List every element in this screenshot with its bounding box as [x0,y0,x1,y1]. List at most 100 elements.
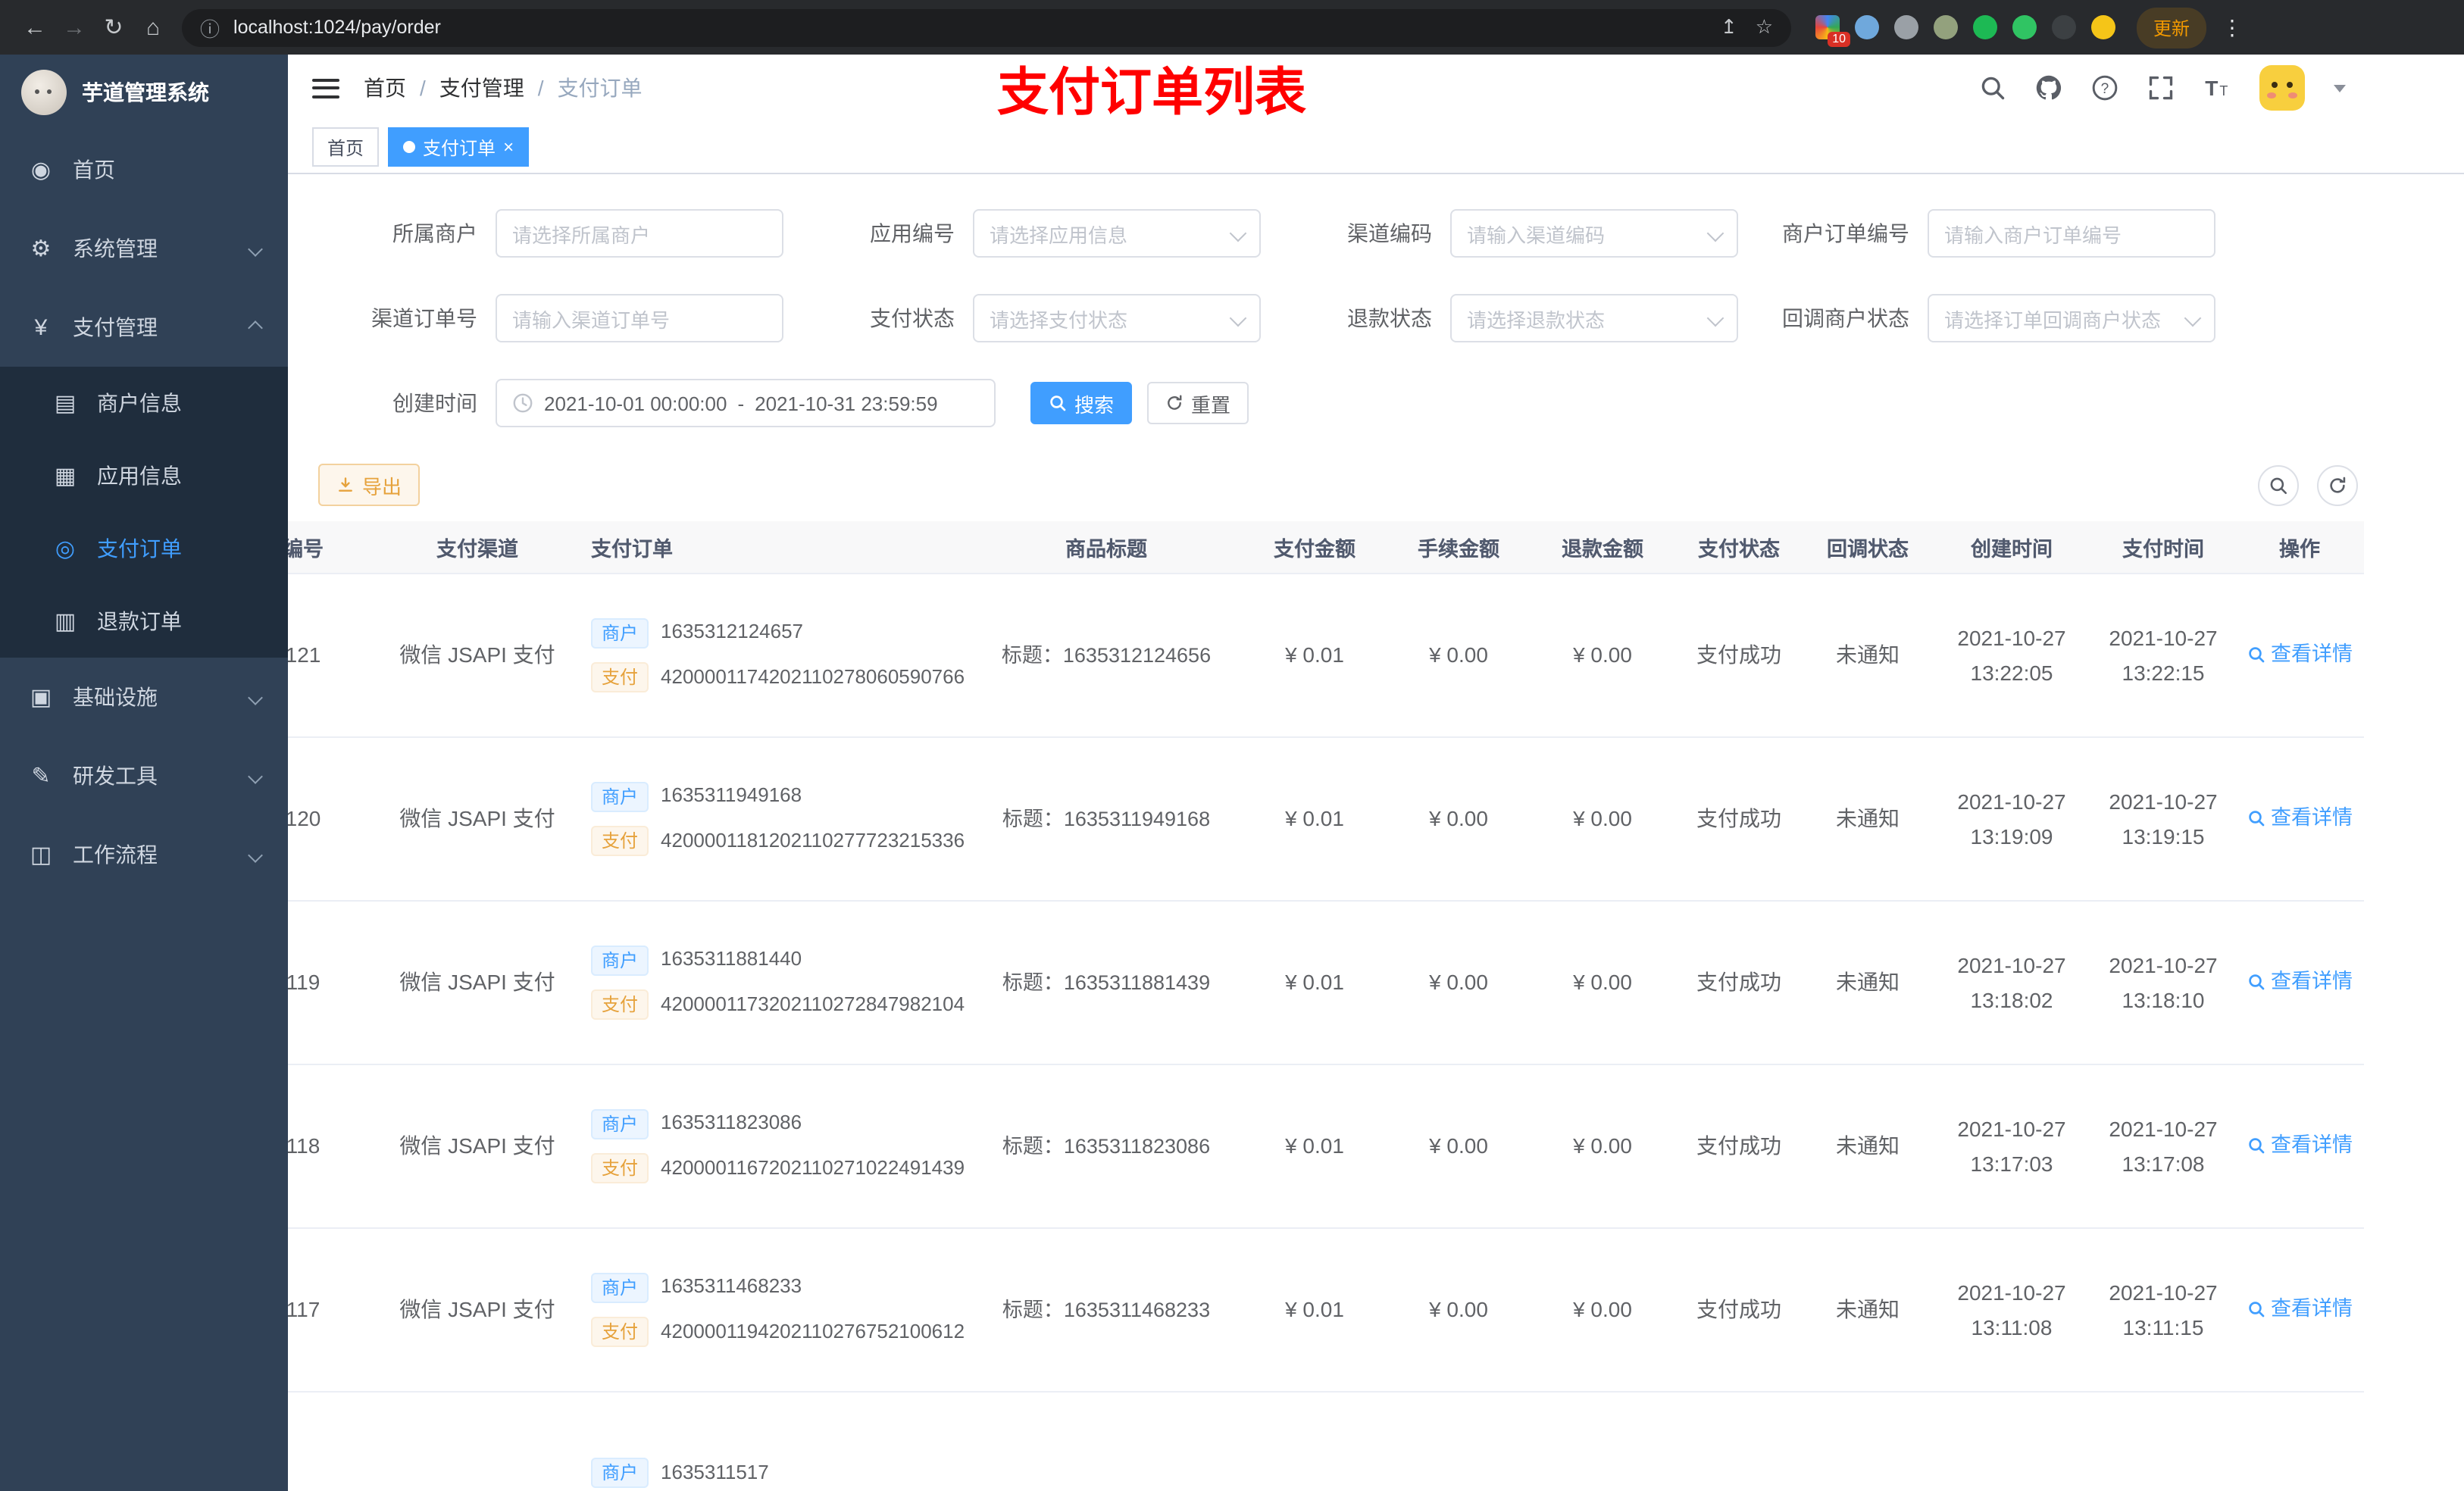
payment-icon: ¥ [34,314,48,340]
sidebar-item-pay-order[interactable]: ◎ 支付订单 [0,512,288,585]
pinwheel-extension-icon[interactable]: 10 [1815,15,1850,47]
export-button[interactable]: 导出 [318,464,421,506]
filter-label: 渠道编码 [1347,221,1432,245]
fullscreen-icon[interactable] [2147,74,2175,102]
column-header-channel: 支付渠道 [436,538,518,561]
sidebar-item-refund-order[interactable]: ▥ 退款订单 [0,585,288,658]
sidebar-item-dev-tools[interactable]: ✎ 研发工具 [0,736,288,815]
forward-icon[interactable]: → [55,14,94,40]
sidebar-item-home[interactable]: ◉ 首页 [0,130,288,209]
url-bar[interactable]: ⓘ localhost:1024/pay/order ↥ ☆ [182,8,1791,46]
cell-pay-time: 2021-10-27 13:19:15 [2109,789,2218,848]
system-icon: ⚙ [30,236,52,262]
bookmark-star-icon[interactable]: ☆ [1756,15,1773,39]
github-icon[interactable] [2035,74,2062,102]
cell-create-time: 2021-10-27 13:11:08 [1957,1280,2066,1339]
tag-label: 支付订单 [423,137,496,158]
cell-pay-status: 支付成功 [1696,970,1781,995]
cell-create-time: 2021-10-27 13:17:03 [1957,1117,2066,1175]
cell-refund: ¥ 0.00 [1573,970,1632,995]
cell-pay-order: 商户 1635311881440 支付 42000011732021102728479… [576,944,970,1021]
view-detail-link[interactable]: 查看详情 [2247,965,2353,998]
sidebar-item-label: 支付订单 [97,536,182,561]
filter-row: 渠道订单号 请输入渠道订单号 支付状态 请选择支付状态 退款状态 请选择退款状态 回调商户状… [318,294,2434,342]
green-chat-extension-icon[interactable] [2012,15,2037,39]
reload-icon[interactable]: ↻ [94,14,133,41]
export-button-label: 导出 [362,475,402,498]
refresh-icon[interactable] [2317,464,2358,505]
close-icon[interactable]: × [503,138,514,156]
sidebar-item-app-info[interactable]: ▦ 应用信息 [0,439,288,512]
sidebar-menu: ◉ 首页 ⚙ 系统管理 ¥ 支付管理 ▤ 商户信息 ▦ 应用信息 ◎ 支付订单 ▥ 退款订单 ▣ 基础设施 ✎ 研… [0,130,288,894]
url-text: localhost:1024/pay/order [233,17,441,38]
filter-select-app-no[interactable]: 请选择应用信息 [973,209,1261,258]
view-detail-link[interactable]: 查看详情 [2247,1293,2353,1325]
breadcrumb-item[interactable]: 支付管理 [439,73,524,103]
pay-tag: 支付 [591,1317,649,1348]
green-check-extension-icon[interactable] [1973,15,1997,39]
create-time-range-picker[interactable]: 2021-10-01 00:00:00 - 2021-10-31 23:59:5… [496,379,996,427]
breadcrumb-item[interactable]: 首页 [364,73,406,103]
sidebar-fold-icon[interactable] [312,78,339,98]
sidebar-item-system[interactable]: ⚙ 系统管理 [0,209,288,288]
reset-button[interactable]: 重置 [1147,382,1249,424]
sidebar-item-payment[interactable]: ¥ 支付管理 [0,288,288,367]
filter-select-refund-status[interactable]: 请选择退款状态 [1450,294,1738,342]
breadcrumb: 首页 / 支付管理 / 支付订单 [364,73,643,103]
chevron-down-icon [1706,224,1724,242]
app-logo[interactable]: 芋道管理系统 [0,55,288,130]
filter-select-pay-status[interactable]: 请选择支付状态 [973,294,1261,342]
font-size-icon[interactable]: TT [2203,74,2231,102]
cell-id: 118 [288,1133,321,1158]
sidebar-item-label: 基础设施 [73,685,158,709]
cell-action: 查看详情 [2235,638,2364,673]
chevron-down-icon [1229,224,1247,242]
view-detail-label: 查看详情 [2271,1296,2353,1320]
cell-notify-status: 未通知 [1836,970,1900,995]
filter-select-callback-status[interactable]: 请选择订单回调商户状态 [1928,294,2215,342]
cell-pay-order: 商户 1635311517 [576,1458,970,1489]
yellow-face-extension-icon[interactable] [2091,15,2115,39]
filter-input-merchant-order-no[interactable]: 请输入商户订单编号 [1928,209,2215,258]
breadcrumb-separator: / [420,76,426,100]
dark-extension-icon[interactable] [2052,15,2076,39]
pay-order-no: 4200001174202110278060590766 [661,665,965,688]
view-detail-link[interactable]: 查看详情 [2247,1129,2353,1161]
blue-extension-icon[interactable] [1855,15,1879,39]
home-icon[interactable]: ⌂ [133,14,173,40]
help-icon[interactable]: ? [2091,74,2118,102]
view-detail-link[interactable]: 查看详情 [2247,638,2353,670]
page-tag[interactable]: 支付订单 × [388,127,530,167]
cell-create-time: 2021-10-27 13:18:02 [1957,953,2066,1011]
sidebar-item-merchant-info[interactable]: ▤ 商户信息 [0,367,288,439]
filter-label: 应用编号 [870,221,955,245]
sidebar-item-workflow[interactable]: ◫ 工作流程 [0,815,288,894]
olive-extension-icon[interactable] [1934,15,1958,39]
breadcrumb-separator: / [537,76,544,100]
pay-order-line: 支付 4200001173202110272847982104 [591,989,965,1021]
browser-menu-icon[interactable]: ⋮ [2222,14,2243,40]
back-icon[interactable]: ← [15,14,55,40]
cell-channel: 微信 JSAPI 支付 [399,1133,555,1158]
tags-bar: 首页 支付订单 × [288,121,2464,174]
search-button[interactable]: 搜索 [1030,382,1133,424]
filter-input-channel-order-no[interactable]: 请输入渠道订单号 [496,294,783,342]
view-detail-link[interactable]: 查看详情 [2247,802,2353,834]
chevron-down-icon[interactable] [2334,84,2346,92]
gray-extension-icon[interactable] [1894,15,1918,39]
filter-select-channel-code[interactable]: 请输入渠道编码 [1450,209,1738,258]
cell-channel: 微信 JSAPI 支付 [399,642,555,667]
hide-search-icon[interactable] [2258,464,2299,505]
column-header-pay-status: 支付状态 [1698,538,1780,561]
browser-update-button[interactable]: 更新 [2137,7,2207,48]
sidebar-item-infrastructure[interactable]: ▣ 基础设施 [0,658,288,736]
site-info-icon[interactable]: ⓘ [200,13,220,42]
share-icon[interactable]: ↥ [1721,15,1737,39]
date-filter-row: 创建时间 2021-10-01 00:00:00 - 2021-10-31 23… [318,379,2434,427]
page-tag[interactable]: 首页 [312,127,380,167]
refund-order-icon: ▥ [54,609,77,635]
filter-input-merchant[interactable]: 请选择所属商户 [496,209,783,258]
avatar[interactable] [2259,65,2305,111]
pay-order-line: 支付 4200001194202110276752100612 [591,1317,965,1349]
search-icon[interactable] [1979,74,2006,102]
